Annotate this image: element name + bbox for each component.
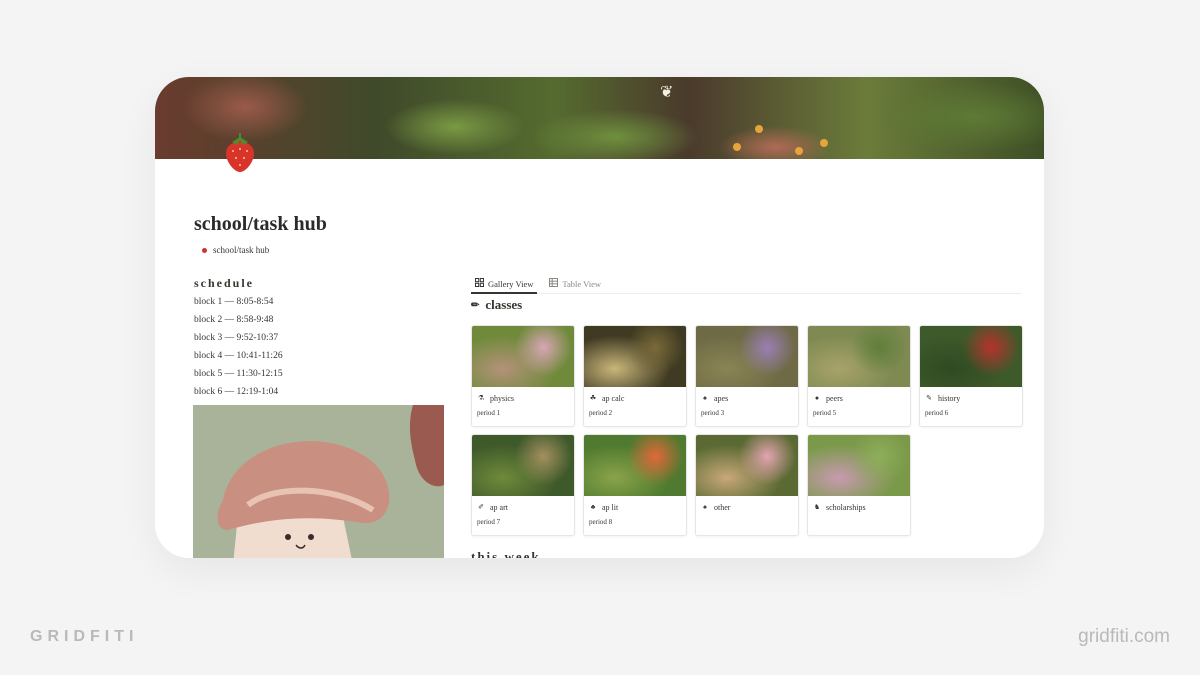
- schedule-heading: schedule: [194, 276, 255, 290]
- card-title: ap calc: [602, 393, 625, 403]
- card-title: ap lit: [602, 502, 619, 512]
- card-period: period 2: [589, 409, 613, 417]
- card-period: period 5: [813, 409, 837, 417]
- card-title: scholarships: [826, 502, 866, 512]
- butterfly-icon: ❦: [660, 84, 674, 101]
- tab-table-view[interactable]: Table View: [545, 275, 605, 292]
- gallery-card[interactable]: ♠ other: [695, 434, 799, 536]
- card-cover-image: [808, 326, 910, 387]
- schedule-block: block 2 — 8:58-9:48: [194, 315, 274, 325]
- card-cover-image: [808, 435, 910, 496]
- this-week-heading[interactable]: this week: [471, 549, 541, 558]
- card-title: peers: [826, 393, 843, 403]
- page-title[interactable]: school/task hub: [194, 213, 327, 236]
- gallery-card[interactable]: ♞ scholarships: [807, 434, 911, 536]
- card-title: ap art: [490, 502, 508, 512]
- gallery-card[interactable]: ● peers period 5: [807, 325, 911, 427]
- gallery-icon: [475, 278, 485, 289]
- tab-gallery-view[interactable]: Gallery View: [471, 275, 538, 294]
- card-period: period 6: [925, 409, 949, 417]
- mushroom-icon: ♠: [703, 503, 707, 511]
- cover-flower: [820, 139, 828, 147]
- card-cover-image: [696, 326, 798, 387]
- classes-heading-label: classes: [485, 297, 523, 312]
- horse-icon: ♞: [813, 503, 821, 511]
- schedule-block: block 6 — 12:19-1:04: [194, 387, 279, 397]
- cover-flower: [755, 125, 763, 133]
- gallery-card[interactable]: ⚗ physics period 1: [471, 325, 575, 427]
- pencil-icon: ✏: [471, 299, 480, 311]
- card-title: physics: [490, 393, 514, 403]
- card-cover-image: [472, 326, 574, 387]
- classes-heading[interactable]: ✏ classes: [471, 297, 522, 313]
- strawberry-dot-icon: [202, 247, 207, 253]
- gallery-card[interactable]: ♣ ap lit period 8: [583, 434, 687, 536]
- tab-label: Table View: [562, 278, 602, 289]
- view-tabs: Gallery View Table View: [471, 275, 1021, 294]
- gallery-card[interactable]: ✐ ap art period 7: [471, 434, 575, 536]
- card-period: period 3: [701, 409, 725, 417]
- table-icon: [549, 278, 559, 289]
- bear-icon: ♣: [590, 503, 596, 511]
- card-period: [701, 518, 798, 527]
- breadcrumb[interactable]: school/task hub: [202, 245, 269, 255]
- card-cover-image: [472, 435, 574, 496]
- tab-label: Gallery View: [488, 278, 534, 289]
- leaf-icon: ☘: [589, 394, 597, 402]
- card-cover-image: [696, 435, 798, 496]
- schedule-block: block 3 — 9:52-10:37: [194, 333, 279, 343]
- schedule-list: block 1 — 8:05-8:54 block 2 — 8:58-9:48 …: [194, 297, 283, 405]
- card-cover-image: [584, 326, 686, 387]
- breadcrumb-label: school/task hub: [213, 245, 270, 255]
- brush-icon: ✐: [478, 503, 484, 511]
- pebble-icon: ●: [814, 394, 820, 402]
- mushroom-illustration: [193, 405, 444, 558]
- test-tube-icon: ⚗: [477, 394, 485, 402]
- cover-flower: [795, 147, 803, 155]
- strawberry-icon[interactable]: [222, 132, 258, 174]
- mushroom-icon: ♠: [703, 394, 707, 402]
- gallery-card[interactable]: ✎ history period 6: [919, 325, 1023, 427]
- cover-flower: [733, 143, 741, 151]
- card-cover-image: [920, 326, 1022, 387]
- scroll-icon: ✎: [926, 394, 932, 402]
- card-period: period 8: [589, 518, 613, 526]
- card-title: apes: [714, 393, 729, 403]
- brand-url: gridfiti.com: [1078, 626, 1170, 647]
- brand-logo: GRIDFITI: [30, 628, 139, 645]
- schedule-block: block 5 — 11:30-12:15: [194, 369, 283, 379]
- card-title: history: [938, 393, 961, 403]
- notion-page-card: ❦ school/task hub school/task hub schedu…: [155, 77, 1044, 558]
- schedule-block: block 4 — 10:41-11:26: [194, 351, 283, 361]
- card-period: period 1: [477, 409, 501, 417]
- card-title: other: [714, 502, 731, 512]
- cover-image[interactable]: ❦: [155, 77, 1044, 159]
- gallery-card[interactable]: ♠ apes period 3: [695, 325, 799, 427]
- card-cover-image: [584, 435, 686, 496]
- gallery-card[interactable]: ☘ ap calc period 2: [583, 325, 687, 427]
- card-period: [813, 518, 910, 527]
- schedule-block: block 1 — 8:05-8:54: [194, 297, 274, 307]
- card-period: period 7: [477, 518, 501, 526]
